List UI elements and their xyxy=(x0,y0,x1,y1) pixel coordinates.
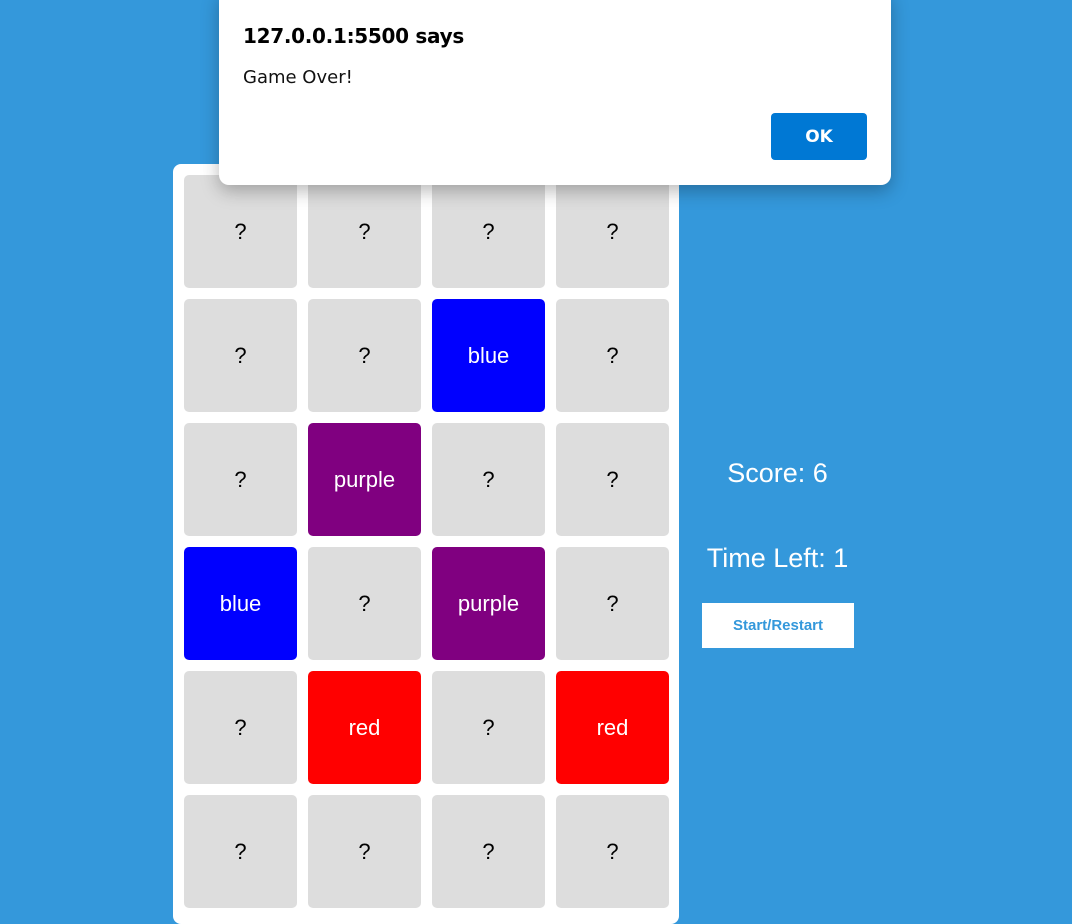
alert-dialog: 127.0.0.1:5500 says Game Over! OK xyxy=(219,0,891,185)
memory-card[interactable]: ? xyxy=(556,423,669,536)
memory-card[interactable]: ? xyxy=(184,423,297,536)
memory-card[interactable]: ? xyxy=(184,175,297,288)
memory-card[interactable]: ? xyxy=(184,671,297,784)
memory-card[interactable]: red xyxy=(556,671,669,784)
memory-card[interactable]: ? xyxy=(184,795,297,908)
game-board: ?????? blue?? purple?? blue? purple?? red? red… xyxy=(173,164,679,924)
ok-button[interactable]: OK xyxy=(771,113,867,160)
score-display: Score: 6 xyxy=(727,458,828,488)
memory-card[interactable]: purple xyxy=(432,547,545,660)
memory-card[interactable]: ? xyxy=(432,175,545,288)
memory-card[interactable]: ? xyxy=(308,547,421,660)
memory-card[interactable]: blue xyxy=(432,299,545,412)
start-restart-button[interactable]: Start/Restart xyxy=(702,603,854,648)
memory-card[interactable]: ? xyxy=(308,175,421,288)
memory-card[interactable]: ? xyxy=(556,547,669,660)
memory-card[interactable]: ? xyxy=(556,299,669,412)
memory-card[interactable]: ? xyxy=(184,299,297,412)
dialog-title: 127.0.0.1:5500 says xyxy=(243,24,464,48)
memory-card[interactable]: ? xyxy=(432,671,545,784)
memory-card[interactable]: blue xyxy=(184,547,297,660)
memory-card[interactable]: ? xyxy=(432,795,545,908)
memory-card[interactable]: ? xyxy=(556,175,669,288)
memory-card[interactable]: ? xyxy=(308,299,421,412)
memory-card[interactable]: purple xyxy=(308,423,421,536)
time-left-display: Time Left: 1 xyxy=(706,543,849,573)
dialog-message: Game Over! xyxy=(243,67,353,88)
memory-card[interactable]: ? xyxy=(556,795,669,908)
memory-card[interactable]: red xyxy=(308,671,421,784)
memory-card[interactable]: ? xyxy=(308,795,421,908)
memory-card[interactable]: ? xyxy=(432,423,545,536)
